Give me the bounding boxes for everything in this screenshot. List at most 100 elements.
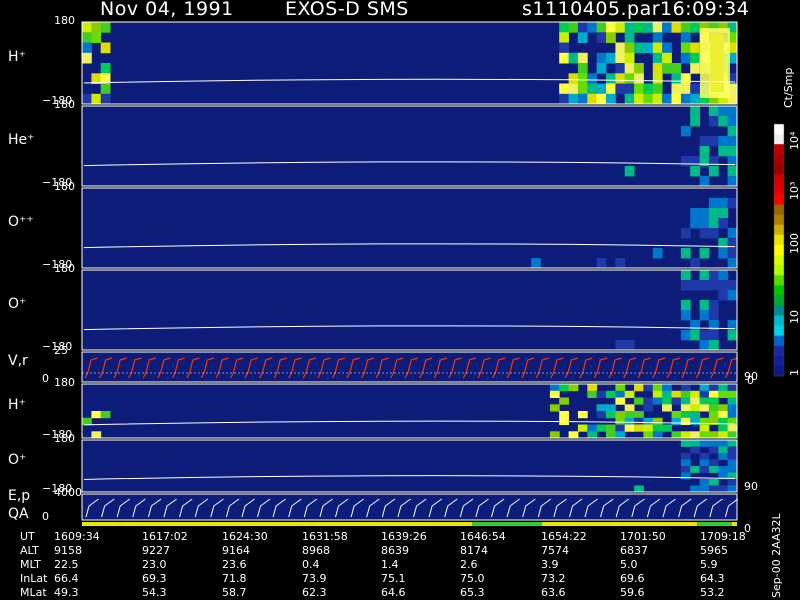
heatmap-cell — [91, 32, 102, 43]
heatmap-cell — [690, 63, 700, 74]
heatmap-cell — [699, 248, 710, 259]
qa-bar-segment — [472, 522, 542, 526]
footer-cell: 49.3 — [54, 586, 79, 599]
qa-bar — [82, 522, 737, 526]
heatmap-cell — [718, 270, 729, 281]
heatmap-cell — [727, 280, 738, 291]
heatmap-cell — [652, 93, 663, 105]
heatmap-cell — [577, 52, 588, 64]
footer-cell: 9158 — [54, 544, 82, 557]
heatmap-cell — [596, 63, 607, 74]
heatmap-cell — [680, 453, 691, 460]
heatmap-cell — [699, 404, 710, 412]
heatmap-cell — [624, 93, 635, 105]
colorbar-swatch — [774, 345, 784, 357]
heatmap-cell — [615, 63, 626, 74]
heatmap-cell — [699, 424, 710, 432]
heatmap-cell — [662, 397, 672, 405]
heatmap-cell — [699, 176, 710, 187]
y-axis-bottom-label: 0 — [42, 372, 49, 385]
heatmap-cell — [671, 417, 682, 425]
heatmap-cell — [662, 404, 672, 412]
heatmap-cell — [634, 42, 644, 54]
heatmap-cell — [671, 73, 682, 84]
heatmap-cell — [699, 340, 710, 351]
heatmap-cell — [690, 390, 700, 398]
heatmap-cell — [624, 424, 635, 432]
heatmap-cell — [690, 320, 700, 331]
heatmap-cell — [727, 446, 738, 454]
heatmap-cell — [615, 390, 626, 398]
right-axis-label: 0 — [747, 374, 754, 387]
heatmap-cell — [708, 116, 719, 127]
qa-bar-segment — [697, 522, 732, 526]
heatmap-cell — [91, 22, 102, 33]
heatmap-cell — [718, 485, 729, 493]
heatmap-cell — [708, 280, 719, 291]
heatmap-cell — [615, 397, 626, 405]
heatmap-cell — [690, 116, 700, 127]
heatmap-cell — [727, 485, 738, 493]
heatmap-cell — [680, 397, 691, 405]
heatmap-cell — [727, 390, 738, 398]
heatmap-cell — [680, 417, 691, 425]
heatmap-cell — [587, 83, 598, 95]
heatmap-cell — [606, 22, 616, 33]
y-axis-top-label: 180 — [54, 14, 75, 27]
heatmap-cell — [690, 440, 700, 447]
heatmap-cell — [643, 22, 654, 33]
heatmap-cell — [727, 431, 738, 439]
colorbar-swatch — [774, 335, 784, 347]
heatmap-cell — [559, 32, 569, 43]
heatmap-cell — [708, 218, 719, 229]
version-label: Sep-00 2AA32L — [770, 513, 783, 598]
heatmap-cell — [643, 417, 654, 425]
heatmap-cell — [643, 397, 654, 405]
heatmap-cell — [624, 52, 635, 64]
heatmap-cell — [634, 93, 644, 105]
y-axis-top-label: 180 — [54, 98, 75, 111]
heatmap-cell — [652, 73, 663, 84]
colorbar-swatch — [774, 144, 784, 155]
heatmap-cell — [615, 417, 626, 425]
heatmap-cell — [652, 83, 663, 95]
footer-cell: 8639 — [381, 544, 409, 557]
heatmap-cell — [727, 116, 738, 127]
y-axis-top-label: 4000 — [54, 486, 82, 499]
panel-background — [82, 270, 737, 350]
footer-cell: 7574 — [541, 544, 569, 557]
heatmap-cell — [690, 208, 700, 219]
heatmap-cell — [662, 52, 672, 64]
heatmap-cell — [727, 228, 738, 239]
heatmap-cell — [727, 411, 738, 419]
footer-cell: 66.4 — [54, 572, 79, 585]
heatmap-cell — [718, 440, 729, 447]
footer-cell: 9164 — [222, 544, 250, 557]
footer-cell: 1.4 — [381, 558, 399, 571]
heatmap-cell — [680, 22, 691, 33]
footer-cell: 75.1 — [381, 572, 406, 585]
heatmap-cell — [100, 22, 111, 33]
heatmap-cell — [634, 411, 644, 419]
heatmap-cell — [596, 404, 607, 412]
heatmap-cell — [596, 83, 607, 95]
heatmap-cell — [680, 156, 691, 167]
heatmap-cell — [634, 384, 644, 392]
heatmap-cell — [690, 22, 700, 33]
heatmap-cell — [680, 73, 691, 84]
colorbar-tick-label: 10³ — [788, 181, 800, 200]
heatmap-cell — [568, 83, 579, 95]
heatmap-cell — [587, 22, 598, 33]
heatmap-cell — [643, 83, 654, 95]
heatmap-cell — [82, 22, 92, 33]
heatmap-cell — [699, 466, 710, 473]
colorbar-swatch — [774, 295, 784, 306]
footer-cell: 65.3 — [460, 586, 485, 599]
heatmap-cell — [549, 384, 560, 392]
heatmap-cell — [606, 424, 616, 432]
footer-row-label: InLat — [20, 572, 48, 585]
colorbar-swatch — [774, 154, 784, 165]
heatmap-cell — [100, 63, 111, 74]
heatmap-cell — [718, 390, 729, 398]
heatmap-cell — [718, 453, 729, 460]
